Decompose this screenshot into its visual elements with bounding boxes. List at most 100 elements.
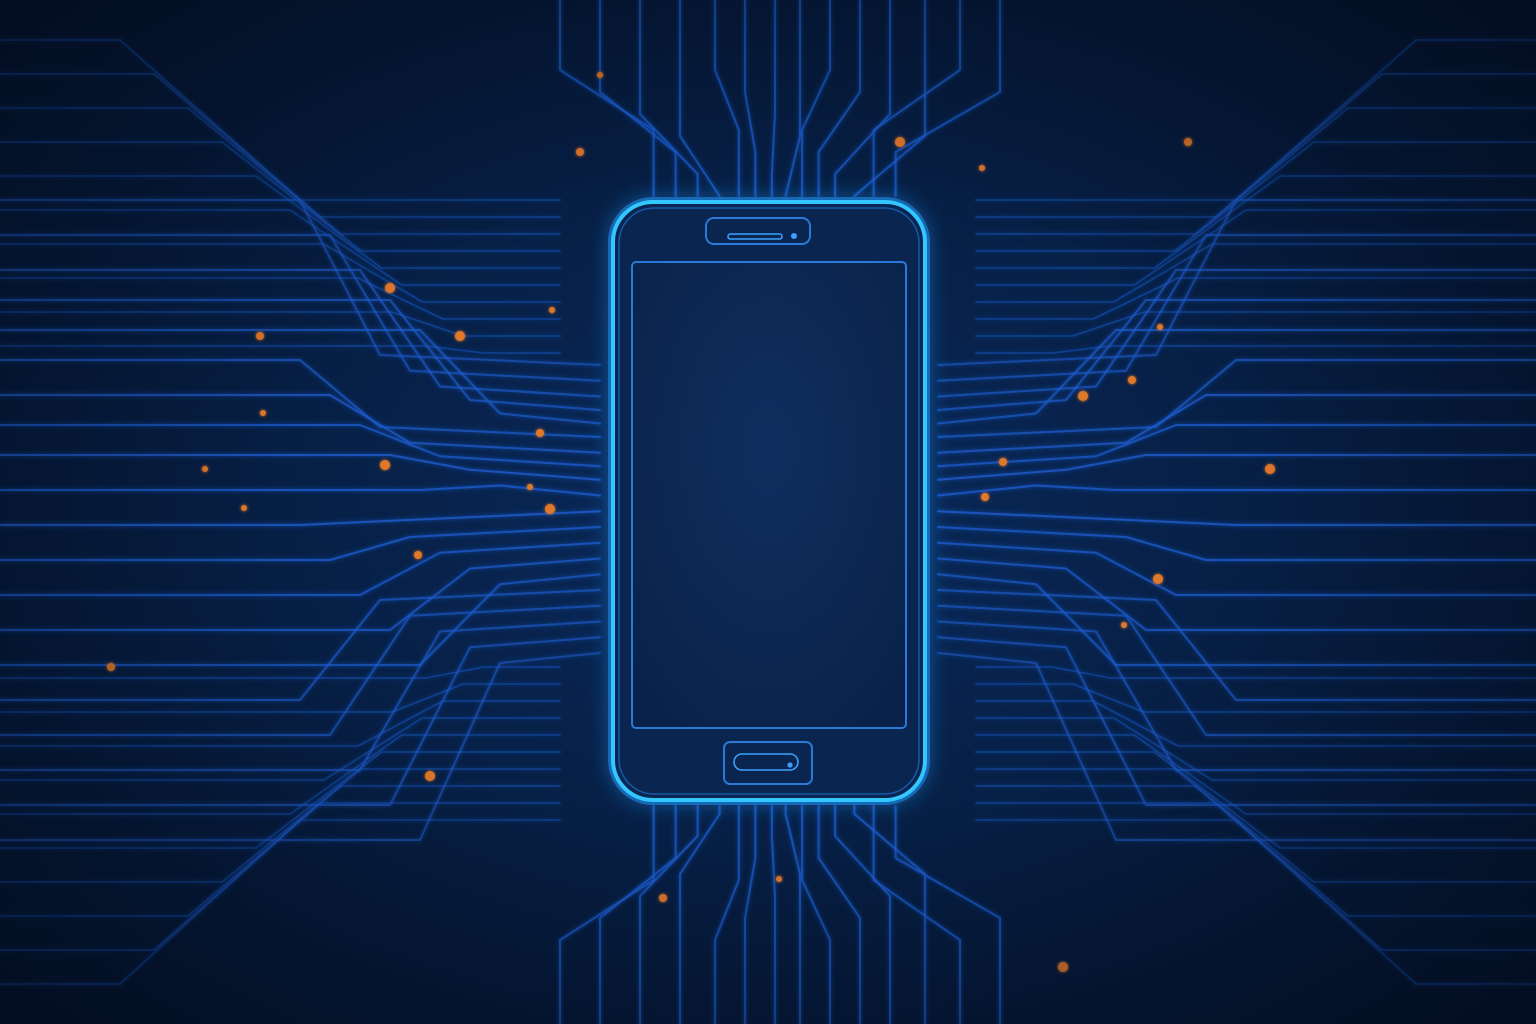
circuit-trace: [975, 734, 1536, 815]
circuit-trace: [975, 277, 1536, 320]
circuit-trace: [639, 0, 699, 197]
circuit-trace: [0, 243, 561, 303]
circuit-trace: [0, 209, 561, 286]
circuit-trace: [975, 819, 1536, 985]
solder-dot: [999, 458, 1007, 466]
circuit-trace: [0, 541, 601, 596]
solder-dot: [455, 331, 465, 341]
front-camera-icon: [791, 233, 797, 239]
solder-dot: [527, 484, 533, 490]
circuit-trace: [0, 734, 561, 815]
solder-dot: [576, 148, 584, 156]
circuit-trace: [975, 73, 1536, 218]
circuit-trace: [975, 700, 1536, 747]
circuit-trace: [770, 0, 776, 197]
circuit-trace: [801, 805, 831, 1024]
circuit-trace: [975, 175, 1536, 269]
solder-dot: [536, 429, 544, 437]
circuit-trace: [0, 73, 561, 218]
circuit-trace: [599, 0, 677, 197]
circuit-trace: [679, 805, 721, 1024]
solder-dot: [202, 466, 208, 472]
solder-dot: [1153, 574, 1163, 584]
circuit-trace: [0, 269, 601, 398]
solder-dot: [425, 771, 435, 781]
circuit-trace: [937, 199, 1536, 366]
circuit-trace: [975, 243, 1536, 303]
circuit-trace: [0, 107, 561, 235]
circuit-trace: [817, 805, 861, 1024]
phone-screen: [631, 261, 907, 729]
circuit-trace: [975, 107, 1536, 235]
circuit-trace: [894, 805, 1001, 1024]
circuit-trace: [937, 510, 1536, 526]
circuit-trace: [937, 526, 1536, 561]
circuit-trace: [0, 510, 601, 526]
circuit-trace: [744, 0, 757, 197]
solder-dot: [895, 137, 905, 147]
solder-dot: [380, 460, 390, 470]
solder-dot: [545, 504, 555, 514]
circuit-trace: [0, 175, 561, 269]
circuit-trace: [0, 751, 561, 849]
smartphone-icon: [608, 197, 930, 805]
solder-dot: [1058, 962, 1068, 972]
circuit-trace: [0, 700, 561, 747]
solder-dot: [414, 551, 422, 559]
illustration-canvas: [0, 0, 1536, 1024]
circuit-trace: [975, 345, 1536, 354]
circuit-trace: [0, 604, 601, 736]
circuit-trace: [714, 805, 740, 1024]
circuit-trace: [801, 0, 831, 197]
circuit-trace: [0, 683, 561, 713]
circuit-trace: [679, 0, 721, 197]
circuit-trace: [937, 604, 1536, 736]
solder-dot: [1157, 324, 1163, 330]
circuit-trace: [872, 805, 961, 1024]
circuit-trace: [937, 234, 1536, 382]
solder-dot: [107, 663, 115, 671]
solder-dot: [385, 283, 395, 293]
circuit-trace: [0, 311, 561, 337]
circuit-trace: [834, 0, 891, 197]
solder-dot: [1184, 138, 1192, 146]
circuit-trace: [0, 424, 601, 468]
circuit-trace: [817, 0, 861, 197]
circuit-trace: [937, 424, 1536, 468]
solder-dot: [1128, 376, 1136, 384]
solder-dot: [659, 894, 667, 902]
circuit-trace: [0, 666, 561, 679]
circuit-trace: [0, 277, 561, 320]
circuit-trace: [714, 0, 740, 197]
solder-dot: [256, 332, 264, 340]
circuit-trace: [0, 345, 561, 354]
circuit-trace: [937, 541, 1536, 596]
solder-dot: [549, 307, 555, 313]
solder-dot: [1078, 391, 1088, 401]
circuit-trace: [0, 234, 601, 382]
circuit-trace: [0, 454, 601, 481]
circuit-trace: [0, 299, 601, 411]
circuit-trace: [784, 805, 801, 1024]
circuit-trace: [975, 683, 1536, 713]
circuit-trace: [639, 805, 699, 1024]
circuit-trace: [975, 311, 1536, 337]
circuit-trace: [937, 454, 1536, 481]
circuit-trace: [0, 573, 601, 666]
circuit-trace: [0, 199, 601, 366]
solder-dot: [979, 165, 985, 171]
circuit-trace: [770, 805, 776, 1024]
circuit-trace: [0, 526, 601, 561]
solder-dot: [1265, 464, 1275, 474]
circuit-trace: [937, 299, 1536, 411]
circuit-trace: [0, 819, 561, 985]
circuit-trace: [744, 805, 757, 1024]
solder-dot: [260, 410, 266, 416]
circuit-trace: [784, 0, 801, 197]
circuit-trace: [937, 484, 1536, 497]
circuit-trace: [0, 802, 561, 951]
circuit-trace: [975, 751, 1536, 849]
solder-dot: [241, 505, 247, 511]
circuit-board-background: [0, 0, 1536, 1024]
circuit-trace: [872, 0, 961, 197]
